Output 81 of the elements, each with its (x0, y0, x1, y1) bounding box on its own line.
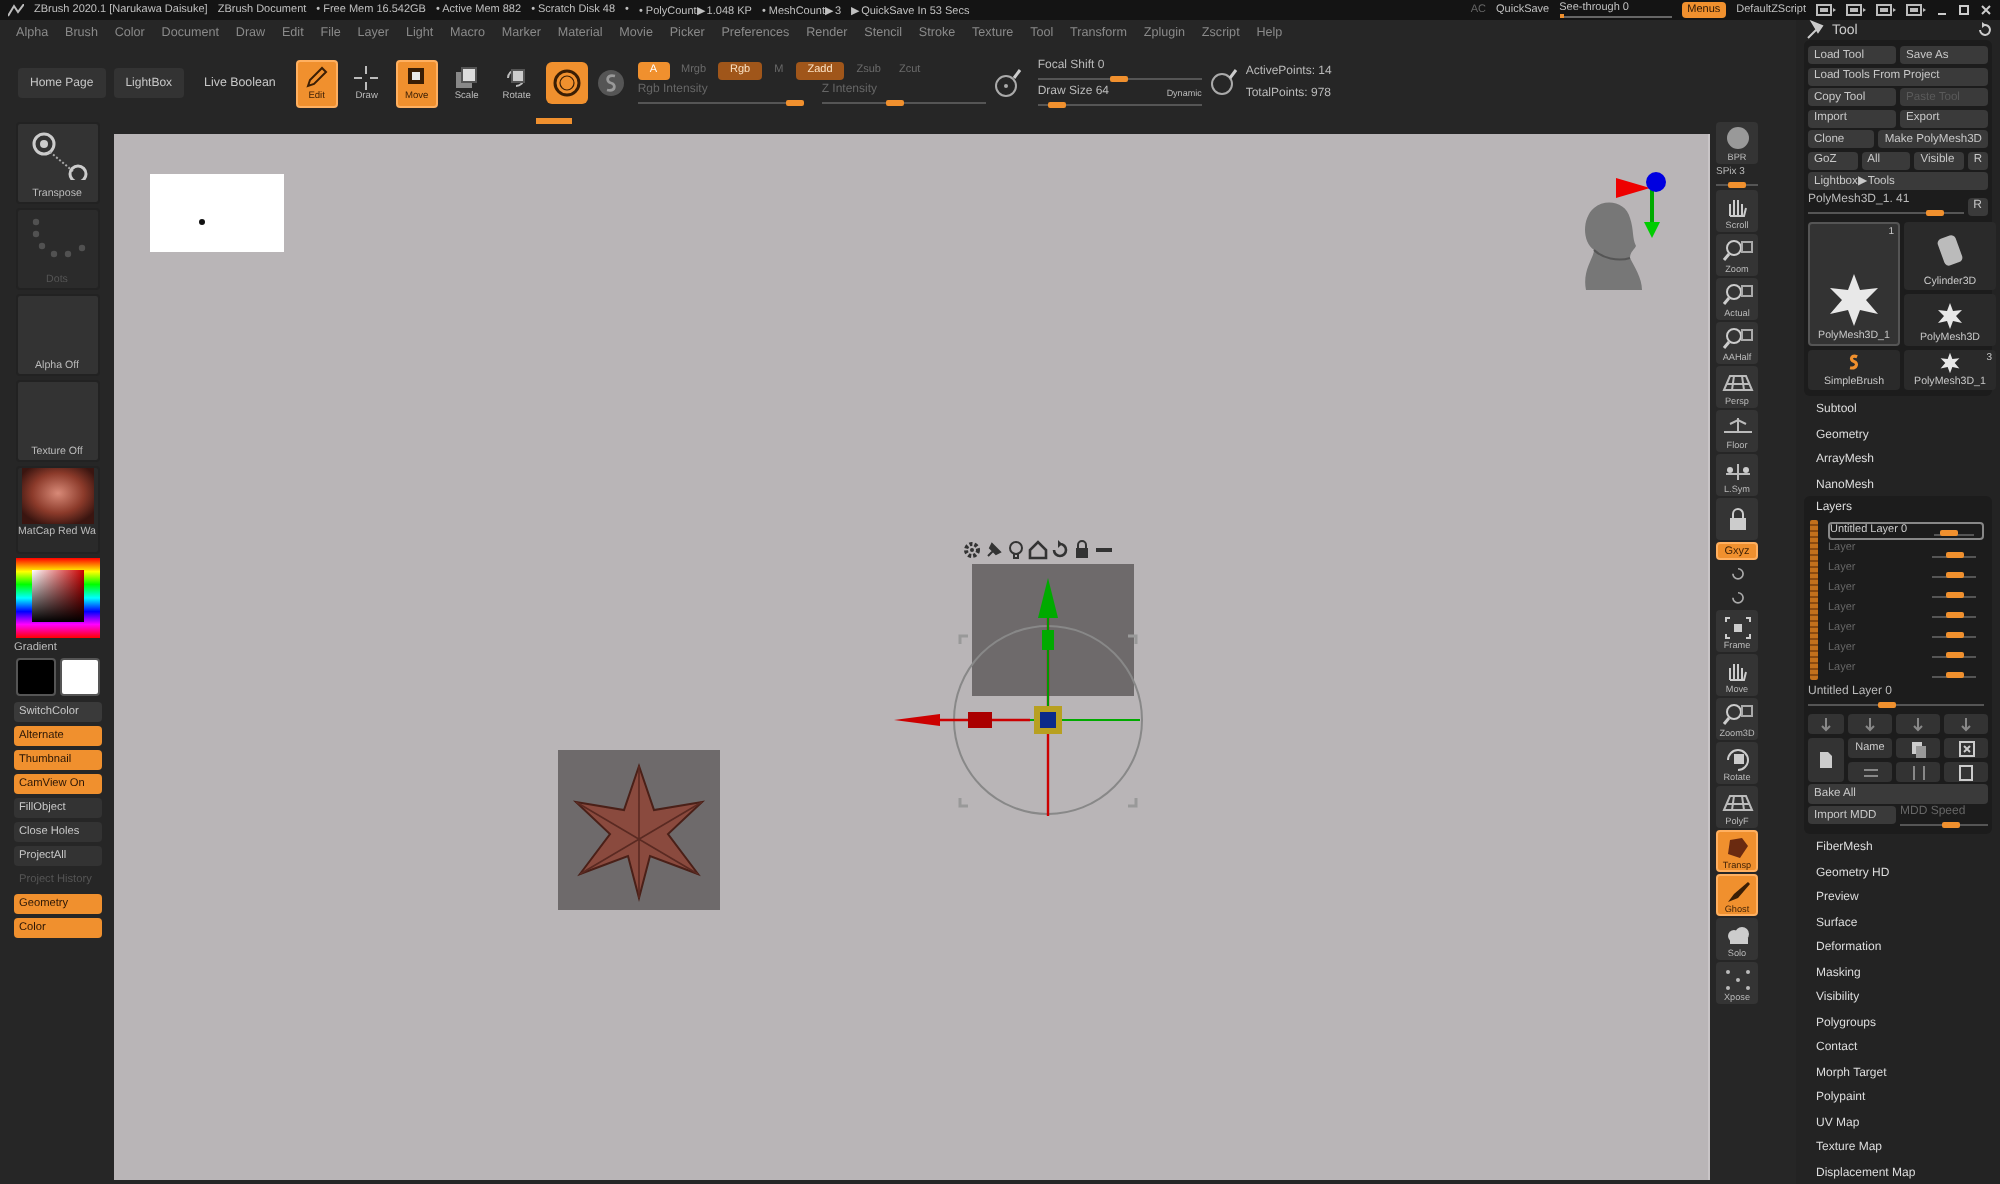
swap-icon (1861, 763, 1879, 781)
main-color-swatch[interactable] (15, 658, 55, 696)
slider-thumb[interactable] (1047, 101, 1066, 107)
lock-icon[interactable] (1072, 540, 1092, 560)
pin-icon[interactable] (984, 540, 1004, 560)
rotate-icon (504, 65, 529, 89)
gear-icon[interactable] (962, 540, 982, 560)
bulb-icon[interactable] (1006, 540, 1026, 560)
pencil-icon (304, 65, 329, 89)
document-thumbnail (150, 174, 284, 252)
paste-icon (1957, 763, 1975, 781)
merge-button[interactable] (1896, 762, 1940, 782)
paste-button[interactable] (1944, 762, 1988, 782)
floor-icon (1721, 413, 1753, 439)
star-icon (1936, 352, 1964, 374)
close-icon[interactable] (1980, 4, 1992, 16)
arrow-icon (1860, 716, 1880, 732)
slider-thumb[interactable] (1946, 672, 1965, 678)
slider-thumb[interactable] (1109, 75, 1128, 81)
arrow-button[interactable] (1808, 714, 1844, 734)
layout-icon[interactable] (1846, 4, 1866, 16)
secondary-color-swatch[interactable] (59, 658, 99, 696)
new-layer-button[interactable] (1808, 738, 1844, 782)
sphere-icon (551, 68, 582, 98)
arrow-icon (1908, 716, 1928, 732)
rotate-icon (1721, 745, 1753, 771)
material-sphere-icon[interactable] (595, 68, 626, 98)
slider-thumb[interactable] (1942, 822, 1961, 828)
grid-icon (1721, 789, 1753, 815)
slider-thumb[interactable] (1946, 612, 1965, 618)
copy-icon (1909, 739, 1927, 757)
slider-thumb[interactable] (1946, 632, 1965, 638)
slider-thumb[interactable] (786, 99, 805, 105)
panels-icon[interactable] (1906, 4, 1926, 16)
panels-icon[interactable] (1876, 4, 1896, 16)
frame-icon (1721, 613, 1753, 639)
slider-thumb[interactable] (1946, 552, 1965, 558)
view-button[interactable] (1716, 498, 1758, 540)
shelf-indicator (536, 118, 572, 124)
scale-icon (454, 65, 479, 89)
sphere-brush-button[interactable] (545, 62, 588, 104)
grid-icon (1721, 369, 1753, 395)
slider-thumb[interactable] (1925, 209, 1944, 215)
magnifier-icon (1721, 325, 1753, 351)
move-icon (404, 65, 429, 89)
refresh-icon[interactable] (1976, 22, 1992, 38)
arrow-button[interactable] (1848, 714, 1892, 734)
arrow-icon (1816, 716, 1836, 732)
color-picker[interactable] (15, 558, 99, 638)
close-icon (1957, 739, 1975, 757)
restore-icon[interactable] (1958, 4, 1970, 16)
arrow-button[interactable] (1944, 714, 1988, 734)
close-button[interactable] (1944, 738, 1988, 758)
magnifier-icon (1721, 701, 1753, 727)
star-icon (1936, 302, 1964, 330)
slider-thumb[interactable] (1940, 530, 1958, 536)
magnifier-icon (1721, 281, 1753, 307)
dot-icon (198, 218, 206, 226)
document-icon (1818, 750, 1834, 770)
slider-thumb[interactable] (1946, 592, 1965, 598)
rotate-icon[interactable] (1050, 540, 1070, 560)
sphere-icon (1721, 125, 1753, 151)
focal-brush-icon[interactable] (993, 67, 1022, 99)
house-icon[interactable] (1028, 540, 1048, 560)
swap-button[interactable] (1848, 762, 1892, 782)
dots-icon (1721, 965, 1753, 991)
draw-brush-icon[interactable] (1209, 67, 1238, 99)
crosshair-icon (354, 65, 379, 89)
slider-thumb[interactable] (1946, 572, 1965, 578)
app-logo-icon (8, 3, 24, 17)
copy-button[interactable] (1896, 738, 1940, 758)
layout-icon[interactable] (1816, 4, 1836, 16)
slider-thumb[interactable] (1946, 652, 1965, 658)
slider-thumb[interactable] (1727, 182, 1745, 188)
magnifier-icon (1721, 237, 1753, 263)
arrow-button[interactable] (1896, 714, 1940, 734)
slider-thumb[interactable] (1877, 702, 1896, 708)
merge-icon (1909, 763, 1927, 781)
slider-thumb[interactable] (885, 99, 904, 105)
arrow-icon (1956, 716, 1976, 732)
star-icon (1826, 272, 1882, 328)
